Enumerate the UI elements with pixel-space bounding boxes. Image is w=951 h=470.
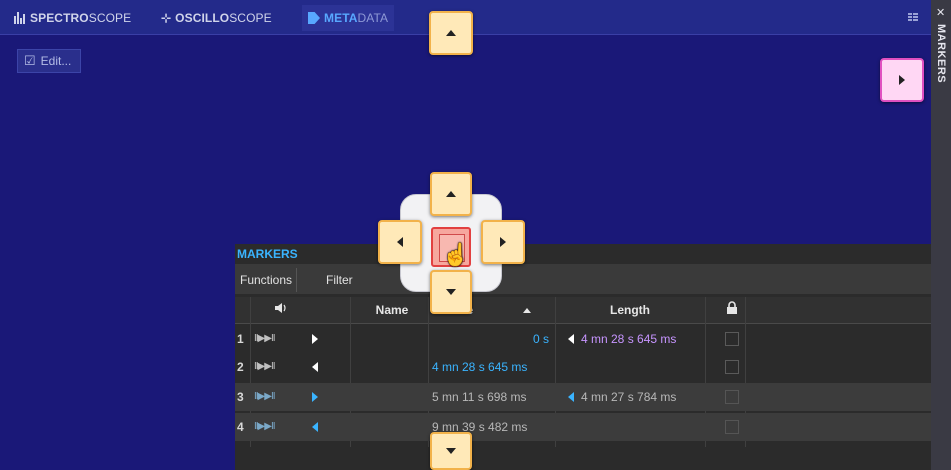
arrow-right-icon bbox=[899, 75, 905, 85]
play-marker-icon[interactable]: II▶▶II bbox=[254, 325, 275, 353]
table-row[interactable]: 2 II▶▶II 4 mn 28 s 645 ms bbox=[235, 353, 931, 381]
arrow-up-icon bbox=[446, 30, 456, 36]
length-arrow-icon bbox=[568, 334, 574, 344]
play-marker-icon[interactable]: II▶▶II bbox=[254, 353, 275, 381]
lock-icon[interactable] bbox=[720, 297, 744, 323]
arrow-left-icon bbox=[397, 237, 403, 247]
marker-direction-icon bbox=[312, 362, 318, 372]
dock-cross-top[interactable] bbox=[430, 172, 472, 216]
play-marker-icon[interactable]: II▶▶II bbox=[254, 413, 275, 441]
right-markers-label[interactable]: MARKERS bbox=[935, 24, 947, 83]
collapse-icon[interactable]: ✕ bbox=[936, 6, 945, 19]
lock-checkbox[interactable] bbox=[725, 332, 739, 346]
dock-cross-right[interactable] bbox=[481, 220, 525, 264]
marker-direction-icon bbox=[312, 392, 318, 402]
hand-cursor-icon: ☝ bbox=[442, 242, 470, 267]
tab-metadata[interactable]: METADATA bbox=[302, 5, 395, 31]
sort-asc-icon bbox=[522, 308, 531, 314]
oscilloscope-icon: ⊹ bbox=[161, 11, 172, 25]
arrow-down-icon bbox=[446, 289, 456, 295]
play-marker-icon[interactable]: II▶▶II bbox=[254, 383, 275, 411]
tab-oscilloscope[interactable]: ⊹ OSCILLOSCOPE bbox=[161, 8, 272, 28]
table-row[interactable]: 1 II▶▶II 0 s 4 mn 28 s 645 ms bbox=[235, 325, 931, 353]
edit-check-icon: ☑ bbox=[24, 53, 36, 68]
length-arrow-icon bbox=[568, 392, 574, 402]
filter-menu[interactable]: Filter bbox=[322, 268, 357, 292]
arrow-up-icon bbox=[446, 191, 456, 197]
dock-cross-bottom[interactable] bbox=[430, 270, 472, 314]
lock-checkbox[interactable] bbox=[725, 420, 739, 434]
table-row-selected[interactable]: 3 II▶▶II 5 mn 11 s 698 ms 4 mn 27 s 784 … bbox=[235, 383, 931, 411]
markers-panel-title[interactable]: MARKERS bbox=[235, 244, 313, 264]
dock-top-target[interactable] bbox=[429, 11, 473, 55]
arrow-right-icon bbox=[500, 237, 506, 247]
speaker-icon[interactable] bbox=[261, 297, 301, 323]
app-window: SPECTROSCOPE ⊹ OSCILLOSCOPE METADATA ☑ E… bbox=[0, 0, 951, 470]
right-dock-bar[interactable]: ✕ MARKERS bbox=[931, 0, 951, 470]
dock-bottom-target[interactable] bbox=[430, 432, 472, 470]
column-length[interactable]: Length bbox=[555, 297, 705, 323]
lock-checkbox[interactable] bbox=[725, 390, 739, 404]
table-row-selected[interactable]: 4 II▶▶II 9 mn 39 s 482 ms bbox=[235, 413, 931, 441]
marker-direction-icon bbox=[312, 334, 318, 344]
dock-cross-left[interactable] bbox=[378, 220, 422, 264]
panel-menu-icon[interactable] bbox=[908, 13, 918, 21]
lock-checkbox[interactable] bbox=[725, 360, 739, 374]
tab-spectroscope[interactable]: SPECTROSCOPE bbox=[14, 8, 131, 28]
dock-right-target[interactable] bbox=[880, 58, 924, 102]
functions-menu[interactable]: Functions bbox=[236, 268, 298, 292]
bar-chart-icon bbox=[14, 12, 26, 24]
tag-icon bbox=[308, 12, 320, 24]
edit-button[interactable]: ☑ Edit... bbox=[17, 49, 81, 73]
markers-table-header: Name Time Length bbox=[235, 297, 931, 324]
arrow-down-icon bbox=[446, 448, 456, 454]
column-name[interactable]: Name bbox=[352, 297, 432, 323]
marker-direction-icon bbox=[312, 422, 318, 432]
